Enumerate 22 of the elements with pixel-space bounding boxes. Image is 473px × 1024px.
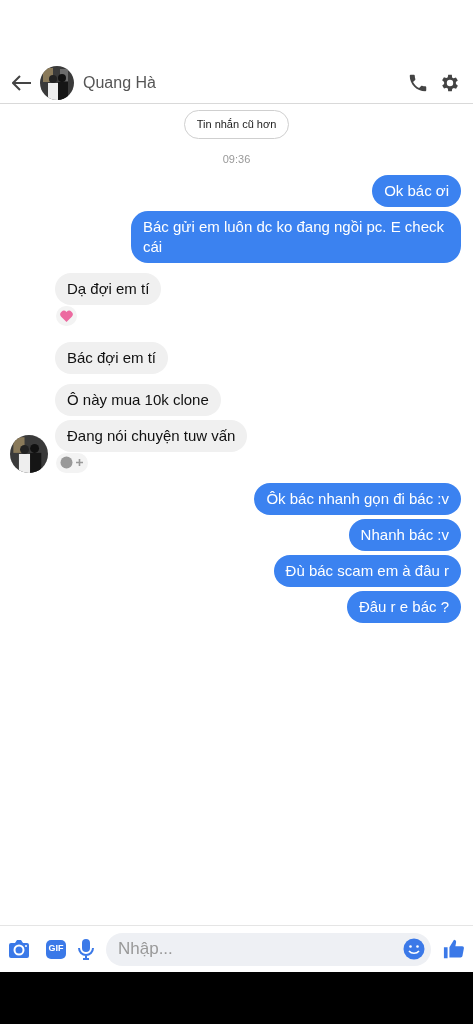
message-bubble: Nhanh bác :v — [348, 518, 461, 551]
message-bubble: Đang nói chuyện tuw vấn — [55, 419, 248, 452]
message-bubble: Đù bác scam em à đâu r — [273, 554, 461, 587]
message-bubble: Ok bác ơi — [372, 174, 461, 207]
microphone-icon[interactable] — [78, 938, 94, 960]
message-bubble: Đâu r e bác ? — [346, 590, 461, 623]
message-bubble: Ô này mua 10k clone — [55, 383, 221, 416]
message-bubble: Bác gửi em luôn dc ko đang ngồi pc. E check cái — [131, 210, 461, 263]
thumbs-up-icon[interactable] — [443, 938, 465, 960]
contact-name: Quang Hà — [83, 72, 156, 93]
camera-icon[interactable] — [8, 939, 30, 959]
message-bubble: Dạ đợi em tí — [55, 272, 162, 305]
older-messages-button[interactable]: Tin nhắn cũ hơn — [183, 110, 290, 139]
gif-button[interactable]: GIF — [46, 939, 66, 959]
timestamp: 09:36 — [222, 152, 251, 167]
message-bubble: Ôk bác nhanh gọn đi bác :v — [254, 482, 461, 515]
emoji-icon[interactable] — [403, 938, 425, 960]
add-reaction-icon[interactable] — [60, 456, 84, 469]
back-arrow-icon[interactable] — [12, 74, 32, 91]
message-bubble: Bác đợi em tí — [55, 341, 169, 374]
message-input-field[interactable]: Nhập... — [106, 932, 431, 966]
contact-avatar — [40, 65, 74, 100]
